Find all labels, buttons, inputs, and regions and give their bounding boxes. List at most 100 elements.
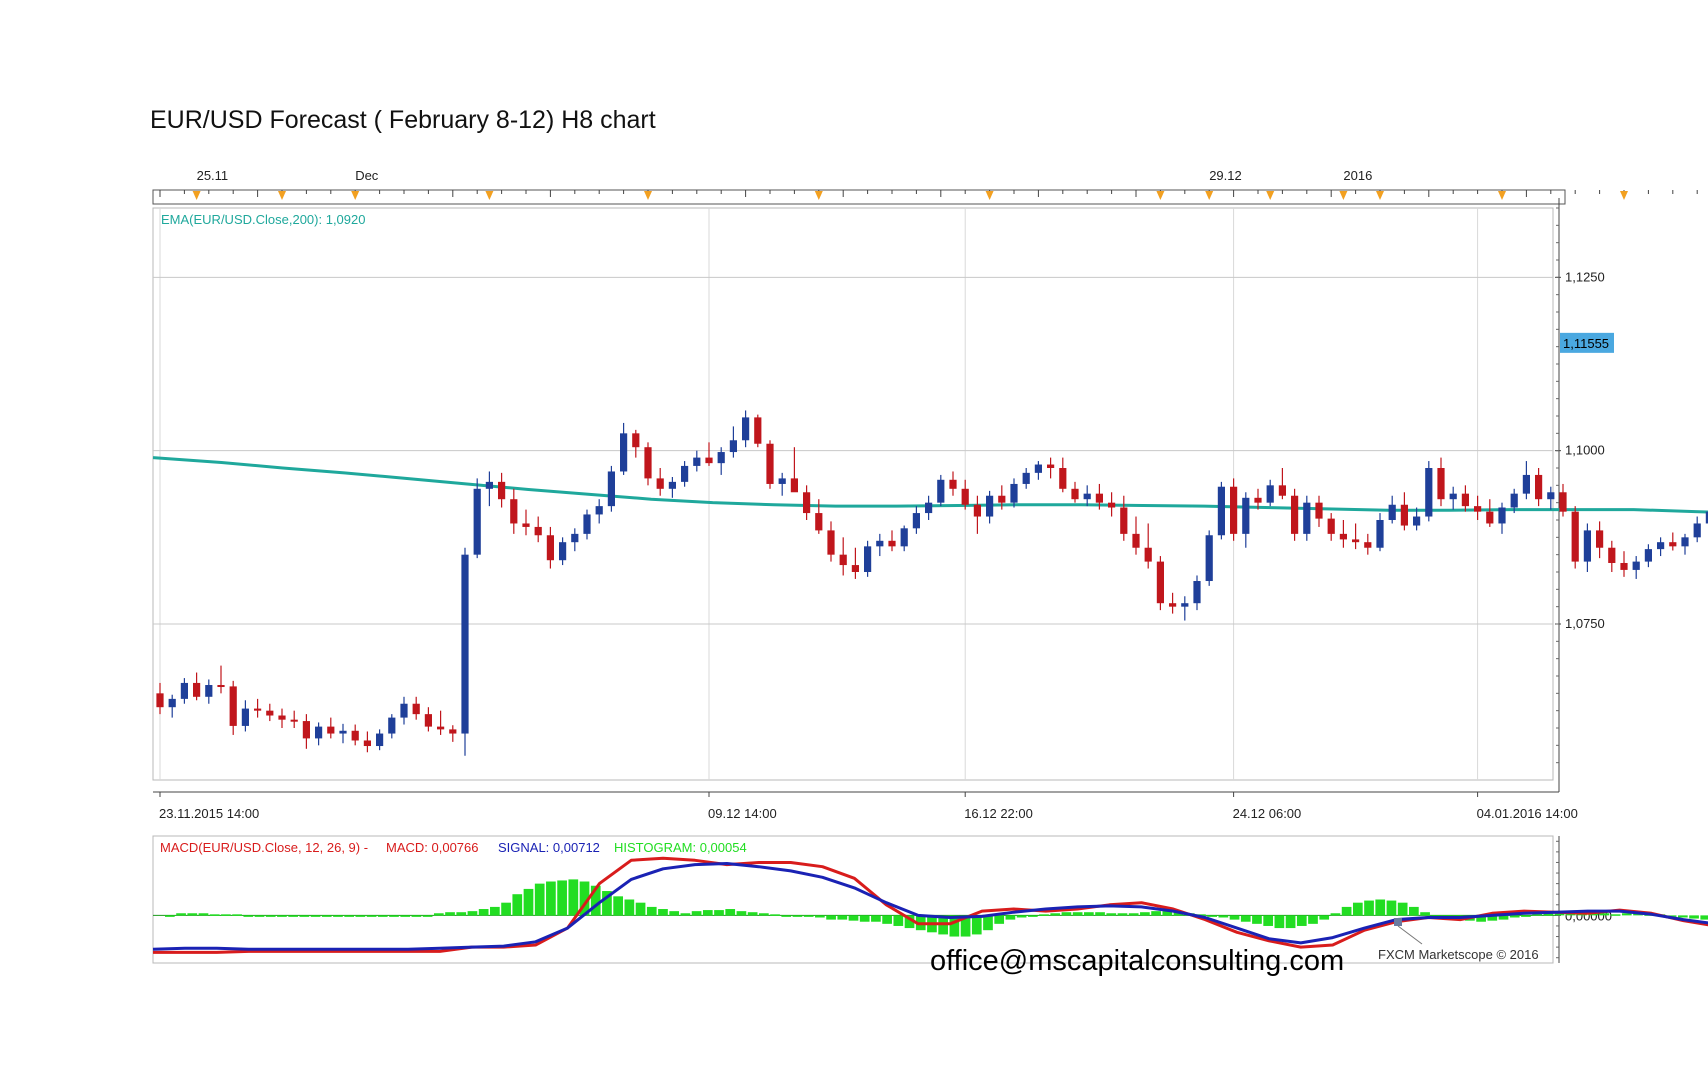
candle[interactable]	[1425, 461, 1433, 522]
histogram-bar	[265, 915, 276, 917]
histogram-bar	[859, 915, 870, 922]
histogram-bar	[1274, 915, 1285, 929]
candle[interactable]	[1205, 530, 1213, 586]
candle[interactable]	[1608, 540, 1616, 572]
histogram-bar	[1521, 915, 1531, 917]
candle-body	[1120, 507, 1128, 534]
histogram-bar	[691, 911, 702, 916]
price-plot-area[interactable]	[152, 207, 1554, 781]
histogram-bar	[523, 888, 534, 916]
x-axis-label: 24.12 06:00	[1233, 806, 1302, 821]
histogram-bar	[882, 915, 892, 924]
histogram-bar	[669, 911, 680, 916]
candle[interactable]	[1571, 506, 1579, 569]
candle-body	[1413, 516, 1421, 526]
histogram-bar	[1420, 912, 1430, 916]
histogram-bar	[1330, 913, 1341, 916]
candle-body	[864, 546, 872, 572]
price-chart[interactable]: 25.11Dec29.122016Feb13.02 1,12501,10001,…	[0, 0, 1708, 1069]
histogram-bar	[1072, 912, 1083, 916]
histogram-bar	[1364, 900, 1374, 916]
histogram-bar	[1285, 915, 1296, 929]
candle-body	[1095, 493, 1103, 503]
candle[interactable]	[1291, 488, 1299, 541]
candle-body	[1022, 472, 1030, 484]
candle-body	[168, 698, 176, 708]
candle[interactable]	[461, 547, 469, 756]
histogram-bar	[232, 914, 242, 916]
candle[interactable]	[766, 440, 774, 489]
candle-body	[1644, 549, 1652, 562]
candle-body	[705, 457, 713, 464]
histogram-bar	[983, 915, 993, 931]
histogram-bar	[1677, 915, 1688, 918]
candle-body	[937, 479, 945, 503]
candle-body	[925, 502, 933, 514]
candle[interactable]	[1559, 483, 1567, 517]
candle-body	[1510, 493, 1518, 508]
candle[interactable]	[607, 465, 615, 512]
candle[interactable]	[473, 478, 481, 559]
candle-body	[522, 523, 530, 527]
candle[interactable]	[1217, 481, 1225, 540]
histogram-bar	[366, 915, 377, 917]
candle-body	[656, 478, 664, 489]
candle[interactable]	[1583, 523, 1591, 572]
candle[interactable]	[1693, 516, 1701, 543]
histogram-bar	[747, 912, 758, 916]
histogram-bar	[758, 913, 769, 916]
histogram-bar	[490, 906, 500, 916]
candle[interactable]	[1632, 556, 1640, 579]
candle-body	[559, 542, 567, 561]
candle-body	[1437, 468, 1445, 500]
candle-body	[1083, 493, 1091, 500]
candle-body	[986, 495, 994, 517]
candle-body	[668, 481, 676, 489]
histogram-bar	[355, 915, 366, 917]
candle-body	[1693, 523, 1701, 538]
candle[interactable]	[1657, 537, 1665, 557]
candle-body	[1242, 497, 1250, 534]
histogram-bar	[1319, 915, 1330, 920]
candle-body	[1071, 488, 1079, 500]
candle-body	[1034, 464, 1042, 473]
candle[interactable]	[1230, 478, 1238, 541]
histogram-bar	[277, 915, 287, 917]
candle-body	[315, 726, 323, 739]
histogram-bar	[646, 906, 657, 916]
histogram-bar	[736, 911, 747, 916]
histogram-bar	[1252, 915, 1262, 924]
histogram-bar	[702, 910, 713, 916]
histogram-bar	[1352, 902, 1363, 916]
candle[interactable]	[1156, 556, 1164, 611]
candle[interactable]	[1596, 521, 1604, 559]
histogram-bar	[310, 915, 321, 917]
candle-body	[1205, 535, 1213, 582]
candle-body	[461, 554, 469, 734]
candle[interactable]	[1644, 544, 1652, 568]
histogram-bar	[299, 915, 310, 917]
histogram-bar	[1509, 915, 1520, 918]
candle[interactable]	[1669, 532, 1677, 551]
histogram-bar	[1296, 915, 1307, 926]
copyright-label: FXCM Marketscope © 2016	[1378, 947, 1539, 962]
histogram-bar	[411, 915, 422, 917]
histogram-bar	[1610, 914, 1621, 916]
candle-body	[1669, 542, 1677, 547]
histogram-bar	[770, 914, 780, 916]
histogram-bar	[1207, 915, 1217, 917]
candle-body	[498, 481, 506, 500]
macd-plot-area[interactable]	[152, 835, 1554, 964]
candle-body	[254, 708, 262, 711]
price-panel[interactable]: 1,1250 1,1000 1,0750 EMA(EUR/USD.Close,200)…	[152, 198, 1708, 821]
candle-body	[302, 721, 310, 739]
candle[interactable]	[1620, 551, 1628, 577]
candle[interactable]	[1681, 533, 1689, 555]
candle-body	[351, 730, 359, 741]
candle-body	[1596, 530, 1604, 548]
candle[interactable]	[754, 414, 762, 448]
macd-panel[interactable]: 0,00000MACD(EUR/USD.Close, 12, 26, 9) -M…	[152, 835, 1708, 964]
top-axis-label: Dec	[355, 168, 379, 183]
candle-body	[949, 479, 957, 489]
candle-body	[888, 540, 896, 547]
